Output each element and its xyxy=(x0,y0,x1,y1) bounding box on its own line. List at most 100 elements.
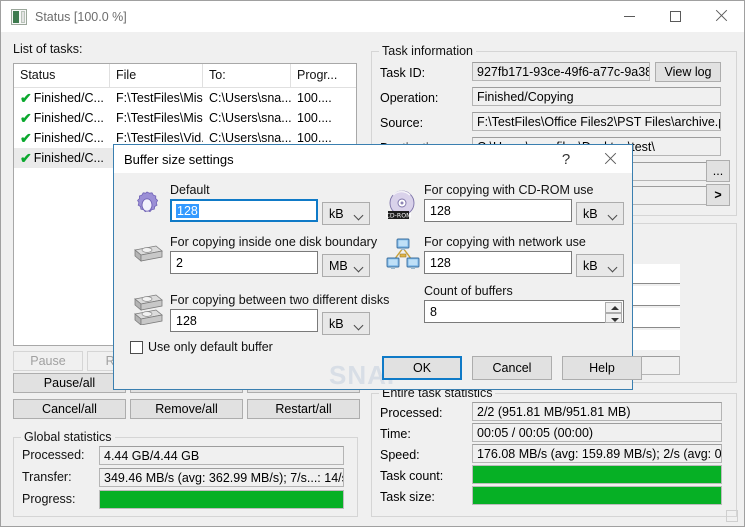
remove-all-button[interactable]: Remove/all xyxy=(130,399,243,419)
gear-icon xyxy=(132,190,162,220)
restart-all-button[interactable]: Restart/all xyxy=(247,399,360,419)
default-buffer-unit-select[interactable]: kB xyxy=(322,202,370,225)
help-button[interactable]: Help xyxy=(562,356,642,380)
cell-progress: 100.... xyxy=(297,91,332,105)
task-list-header: Status File To: Progr... xyxy=(14,64,356,88)
global-transfer-label: Transfer: xyxy=(22,470,72,484)
ok-button[interactable]: OK xyxy=(382,356,462,380)
entire-time-label: Time: xyxy=(380,427,411,441)
maximize-button[interactable] xyxy=(652,1,698,31)
pause-all-button[interactable]: Pause/all xyxy=(13,373,126,393)
global-processed-label: Processed: xyxy=(22,448,85,462)
view-log-button[interactable]: View log xyxy=(655,62,721,82)
next-button[interactable]: > xyxy=(706,184,730,206)
global-progress-label: Progress: xyxy=(22,492,76,506)
entire-processed-label: Processed: xyxy=(380,406,443,420)
list-of-tasks-label: List of tasks: xyxy=(13,42,83,56)
chevron-down-icon xyxy=(607,262,618,273)
cell-to: C:\Users\sna... xyxy=(209,131,291,145)
cdrom-group: For copying with CD-ROM use 128 xyxy=(424,183,674,222)
browse-button[interactable]: ... xyxy=(706,160,730,182)
global-progress-bar xyxy=(99,490,344,509)
network-input[interactable]: 128 xyxy=(424,251,572,274)
global-statistics-title: Global statistics xyxy=(21,430,115,444)
cell-file: F:\TestFiles\Mis... xyxy=(116,111,203,125)
cell-status: ✔ Finished/C... xyxy=(20,91,104,105)
task-id-label: Task ID: xyxy=(380,66,426,80)
default-buffer-label: Default xyxy=(170,183,210,197)
source-label: Source: xyxy=(380,116,424,130)
entire-speed-value: 176.08 MB/s (avg: 159.89 MB/s); 2/s (avg… xyxy=(472,444,722,463)
network-unit-select[interactable]: kB xyxy=(576,254,624,277)
task-size-progress-bar xyxy=(472,486,722,505)
stepper-down-icon[interactable] xyxy=(605,312,622,323)
column-header-status[interactable]: Status xyxy=(14,64,110,88)
entire-task-statistics-group: Entire task statistics Processed: 2/2 (9… xyxy=(371,386,737,517)
column-header-file[interactable]: File xyxy=(110,64,203,88)
between-two-disks-group: For copying between two different disks … xyxy=(170,293,420,332)
cell-progress: 100.... xyxy=(297,131,332,145)
close-button[interactable] xyxy=(698,1,744,31)
cdrom-value: 128 xyxy=(430,203,451,218)
default-buffer-unit-value: kB xyxy=(329,206,344,221)
dialog-close-button[interactable] xyxy=(590,145,630,173)
cell-to: C:\Users\sna... xyxy=(209,91,291,105)
cell-file: F:\TestFiles\Mis... xyxy=(116,91,203,105)
cancel-button[interactable]: Cancel xyxy=(472,356,552,380)
window-controls xyxy=(606,1,744,31)
table-row[interactable]: ✔Finished/C... F:\TestFiles\Mis... C:\Us… xyxy=(14,88,356,108)
close-icon xyxy=(604,153,616,165)
entire-speed-label: Speed: xyxy=(380,448,420,462)
inside-one-disk-input[interactable]: 2 xyxy=(170,251,318,274)
chevron-down-icon xyxy=(353,262,364,273)
table-row[interactable]: ✔Finished/C... F:\TestFiles\Mis... C:\Us… xyxy=(14,108,356,128)
use-only-default-buffer-checkbox[interactable]: Use only default buffer xyxy=(130,340,273,354)
default-buffer-value: 128 xyxy=(176,203,199,218)
pause-button[interactable]: Pause xyxy=(13,351,83,371)
cdrom-unit-value: kB xyxy=(583,206,598,221)
between-two-disks-value: 128 xyxy=(176,313,197,328)
inside-one-disk-value: 2 xyxy=(176,255,183,270)
app-status-icon xyxy=(11,8,27,25)
global-transfer-value: 349.46 MB/s (avg: 362.99 MB/s); 7/s...: … xyxy=(99,468,344,487)
default-buffer-group: Default 128 xyxy=(170,183,420,222)
network-unit-value: kB xyxy=(583,258,598,273)
inside-one-disk-unit-value: MB xyxy=(329,258,348,273)
default-buffer-input[interactable]: 128 xyxy=(170,199,318,222)
cdrom-input[interactable]: 128 xyxy=(424,199,572,222)
cell-file: F:\TestFiles\Vid... xyxy=(116,131,203,145)
hard-disk-icon xyxy=(132,242,163,262)
network-icon xyxy=(386,237,420,269)
chevron-down-icon xyxy=(353,210,364,221)
minimize-button[interactable] xyxy=(606,1,652,31)
between-two-disks-input[interactable]: 128 xyxy=(170,309,318,332)
help-question-button[interactable]: ? xyxy=(546,145,586,173)
column-header-progress[interactable]: Progr... xyxy=(291,64,356,88)
cell-to: C:\Users\sna... xyxy=(209,111,291,125)
use-only-default-buffer-label: Use only default buffer xyxy=(148,340,273,354)
stepper-up-icon[interactable] xyxy=(605,302,622,313)
count-of-buffers-stepper[interactable] xyxy=(605,302,622,323)
task-information-title: Task information xyxy=(379,44,477,58)
resize-grip[interactable] xyxy=(726,510,738,522)
between-two-disks-unit-select[interactable]: kB xyxy=(322,312,370,335)
inside-one-disk-unit-select[interactable]: MB xyxy=(322,254,370,277)
operation-value: Finished/Copying xyxy=(472,87,721,106)
count-of-buffers-group: Count of buffers 8 xyxy=(424,284,634,323)
svg-text:CD-ROM: CD-ROM xyxy=(386,212,411,219)
column-header-to[interactable]: To: xyxy=(203,64,291,88)
window-title-bar: Status [100.0 %] xyxy=(1,1,744,32)
network-label: For copying with network use xyxy=(424,235,586,249)
cdrom-unit-select[interactable]: kB xyxy=(576,202,624,225)
cell-progress: 100.... xyxy=(297,111,332,125)
cancel-all-button[interactable]: Cancel/all xyxy=(13,399,126,419)
checkbox-box xyxy=(130,340,143,354)
check-icon: ✔ xyxy=(20,131,32,145)
check-icon: ✔ xyxy=(20,91,32,105)
count-of-buffers-input[interactable]: 8 xyxy=(424,300,624,323)
task-count-progress-bar xyxy=(472,465,722,484)
count-of-buffers-label: Count of buffers xyxy=(424,284,513,298)
operation-label: Operation: xyxy=(380,91,439,105)
between-two-disks-unit-value: kB xyxy=(329,316,344,331)
task-all-buttons-row2: Cancel/all Remove/all Restart/all xyxy=(13,399,360,419)
